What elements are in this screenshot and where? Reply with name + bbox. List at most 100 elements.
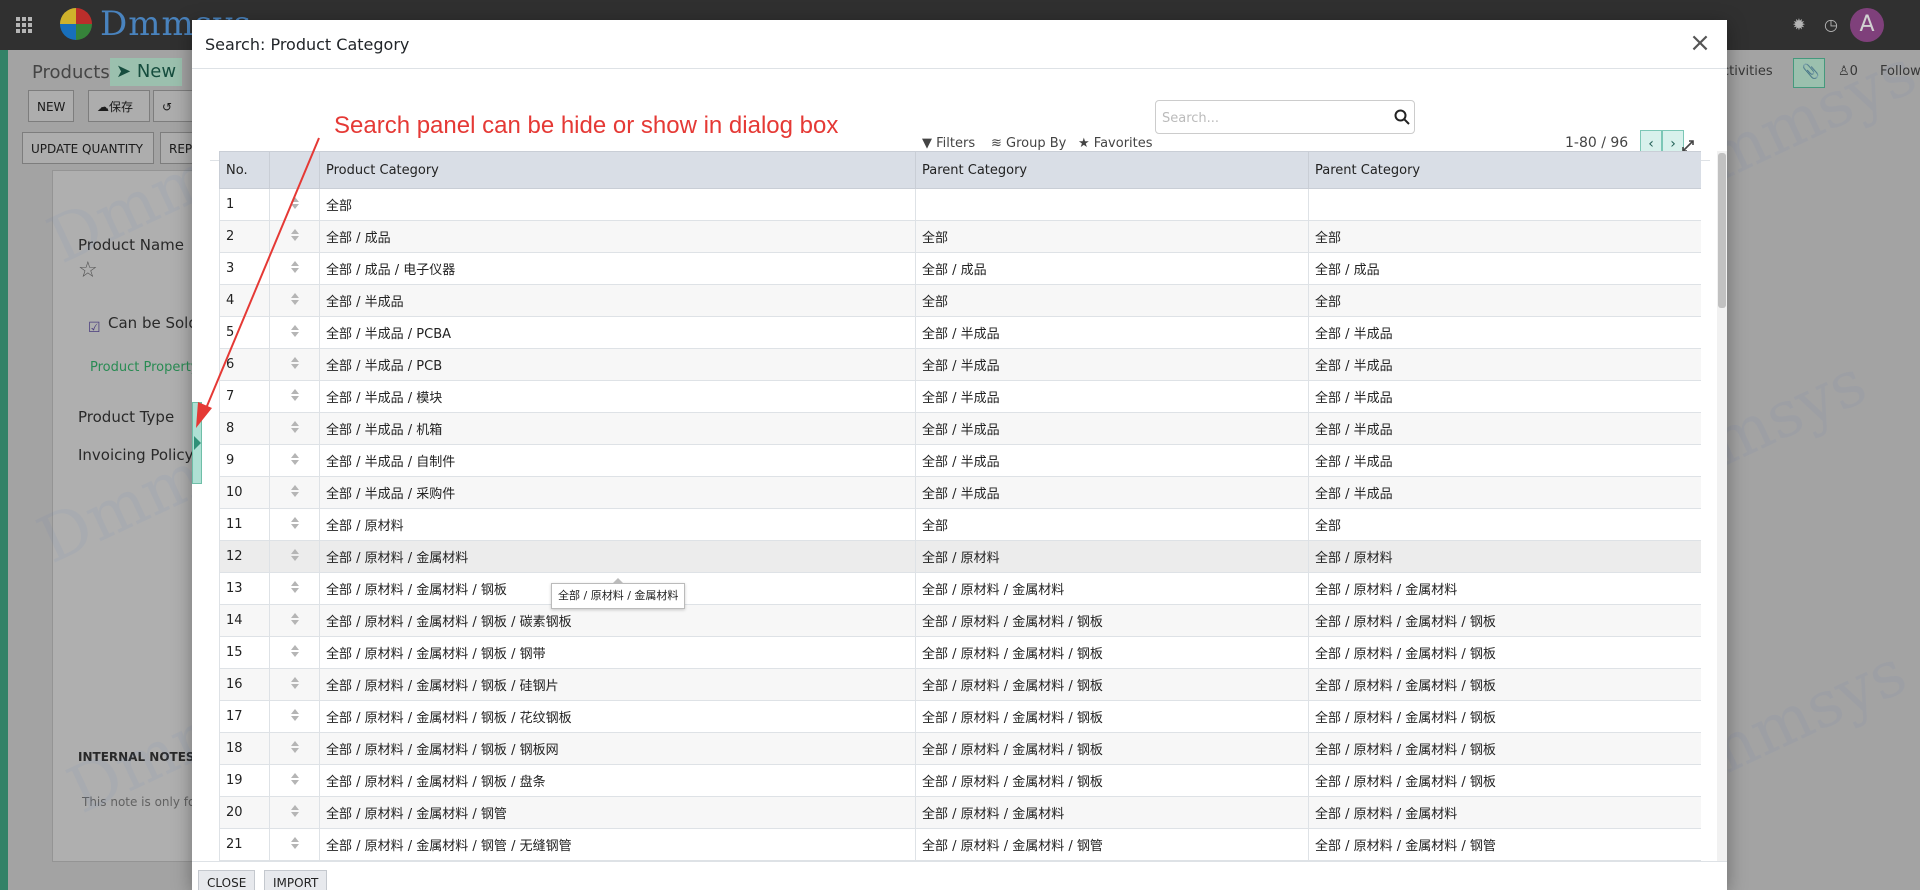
drag-handle-icon[interactable] xyxy=(290,292,300,306)
table-row[interactable]: 13 全部 / 原材料 / 金属材料 / 钢板 全部 / 原材料 / 金属材料 全部 … xyxy=(219,572,1701,605)
product-category-cell[interactable]: 全部 / 原材料 / 金属材料 / 钢管 xyxy=(319,796,916,829)
row-handle-cell[interactable] xyxy=(269,572,320,605)
parent-category-cell[interactable]: 全部 / 半成品 xyxy=(1308,412,1701,445)
drag-handle-icon[interactable] xyxy=(290,388,300,402)
product-category-cell[interactable]: 全部 / 原材料 xyxy=(319,508,916,541)
row-handle-cell[interactable] xyxy=(269,700,320,733)
product-category-cell[interactable]: 全部 / 原材料 / 金属材料 xyxy=(319,540,916,573)
column-header-parent-category-2[interactable]: Parent Category xyxy=(1308,151,1701,189)
drag-handle-icon[interactable] xyxy=(290,740,300,754)
parent-category-cell[interactable]: 全部 / 半成品 xyxy=(1308,380,1701,413)
product-category-cell[interactable]: 全部 / 原材料 / 金属材料 / 钢板 / 碳素钢板 xyxy=(319,604,916,637)
drag-handle-icon[interactable] xyxy=(290,484,300,498)
drag-handle-icon[interactable] xyxy=(290,836,300,850)
table-row[interactable]: 5 全部 / 半成品 / PCBA 全部 / 半成品 全部 / 半成品 xyxy=(219,316,1701,349)
parent-category-cell[interactable]: 全部 xyxy=(915,508,1309,541)
product-category-cell[interactable]: 全部 / 原材料 / 金属材料 / 钢板 / 钢带 xyxy=(319,636,916,669)
row-handle-cell[interactable] xyxy=(269,444,320,477)
parent-category-cell[interactable]: 全部 / 原材料 / 金属材料 xyxy=(915,796,1309,829)
product-category-cell[interactable]: 全部 / 半成品 / 模块 xyxy=(319,380,916,413)
table-row[interactable]: 9 全部 / 半成品 / 自制件 全部 / 半成品 全部 / 半成品 xyxy=(219,444,1701,477)
table-row[interactable]: 14 全部 / 原材料 / 金属材料 / 钢板 / 碳素钢板 全部 / 原材料 / … xyxy=(219,604,1701,637)
group-by-button[interactable]: ≋ Group By xyxy=(991,136,1066,151)
row-handle-cell[interactable] xyxy=(269,252,320,285)
column-header-no[interactable]: No. xyxy=(219,151,270,189)
parent-category-cell[interactable]: 全部 / 原材料 / 金属材料 / 钢板 xyxy=(915,764,1309,797)
row-handle-cell[interactable] xyxy=(269,636,320,669)
table-row[interactable]: 12 全部 / 原材料 / 金属材料 全部 / 原材料 全部 / 原材料 xyxy=(219,540,1701,573)
parent-category-cell[interactable]: 全部 / 半成品 xyxy=(1308,476,1701,509)
parent-category-cell[interactable]: 全部 / 半成品 xyxy=(915,412,1309,445)
column-header-product-category[interactable]: Product Category xyxy=(319,151,916,189)
drag-handle-icon[interactable] xyxy=(290,612,300,626)
product-category-cell[interactable]: 全部 / 原材料 / 金属材料 / 钢板 / 硅钢片 xyxy=(319,668,916,701)
parent-category-cell[interactable]: 全部 / 原材料 / 金属材料 / 钢板 xyxy=(915,604,1309,637)
close-icon[interactable]: × xyxy=(1687,30,1713,56)
parent-category-cell[interactable]: 全部 / 原材料 / 金属材料 / 钢管 xyxy=(915,828,1309,861)
row-handle-cell[interactable] xyxy=(269,668,320,701)
row-handle-cell[interactable] xyxy=(269,764,320,797)
parent-category-cell[interactable]: 全部 / 原材料 / 金属材料 / 钢板 xyxy=(915,636,1309,669)
row-handle-cell[interactable] xyxy=(269,380,320,413)
close-button[interactable]: CLOSE xyxy=(198,870,256,890)
row-handle-cell[interactable] xyxy=(269,732,320,765)
search-box[interactable] xyxy=(1155,100,1415,134)
product-category-cell[interactable]: 全部 / 半成品 / 机箱 xyxy=(319,412,916,445)
product-category-cell[interactable]: 全部 / 原材料 / 金属材料 / 钢板 / 钢板网 xyxy=(319,732,916,765)
column-header-parent-category[interactable]: Parent Category xyxy=(915,151,1309,189)
table-row[interactable]: 17 全部 / 原材料 / 金属材料 / 钢板 / 花纹钢板 全部 / 原材料 / … xyxy=(219,700,1701,733)
drag-handle-icon[interactable] xyxy=(290,772,300,786)
drag-handle-icon[interactable] xyxy=(290,228,300,242)
parent-category-cell[interactable]: 全部 / 原材料 xyxy=(1308,540,1701,573)
drag-handle-icon[interactable] xyxy=(290,324,300,338)
drag-handle-icon[interactable] xyxy=(290,708,300,722)
parent-category-cell[interactable]: 全部 / 半成品 xyxy=(915,348,1309,381)
parent-category-cell[interactable]: 全部 / 半成品 xyxy=(1308,444,1701,477)
parent-category-cell[interactable]: 全部 xyxy=(1308,284,1701,317)
parent-category-cell[interactable]: 全部 / 半成品 xyxy=(915,444,1309,477)
parent-category-cell[interactable]: 全部 xyxy=(915,284,1309,317)
table-row[interactable]: 8 全部 / 半成品 / 机箱 全部 / 半成品 全部 / 半成品 xyxy=(219,412,1701,445)
parent-category-cell[interactable]: 全部 / 原材料 / 金属材料 / 钢板 xyxy=(915,700,1309,733)
product-category-cell[interactable]: 全部 / 成品 xyxy=(319,220,916,253)
parent-category-cell[interactable]: 全部 / 原材料 / 金属材料 / 钢板 xyxy=(1308,636,1701,669)
parent-category-cell[interactable] xyxy=(915,188,1309,221)
product-category-cell[interactable]: 全部 / 半成品 xyxy=(319,284,916,317)
table-row[interactable]: 18 全部 / 原材料 / 金属材料 / 钢板 / 钢板网 全部 / 原材料 / 金… xyxy=(219,732,1701,765)
product-category-cell[interactable]: 全部 / 原材料 / 金属材料 / 钢板 / 花纹钢板 xyxy=(319,700,916,733)
row-handle-cell[interactable] xyxy=(269,348,320,381)
search-input[interactable] xyxy=(1160,107,1389,129)
row-handle-cell[interactable] xyxy=(269,796,320,829)
drag-handle-icon[interactable] xyxy=(290,356,300,370)
parent-category-cell[interactable]: 全部 xyxy=(1308,220,1701,253)
product-category-cell[interactable]: 全部 xyxy=(319,188,916,221)
drag-handle-icon[interactable] xyxy=(290,676,300,690)
parent-category-cell[interactable]: 全部 xyxy=(1308,508,1701,541)
table-row[interactable]: 10 全部 / 半成品 / 采购件 全部 / 半成品 全部 / 半成品 xyxy=(219,476,1701,509)
drag-handle-icon[interactable] xyxy=(290,420,300,434)
drag-handle-icon[interactable] xyxy=(290,804,300,818)
parent-category-cell[interactable]: 全部 / 原材料 / 金属材料 / 钢板 xyxy=(1308,732,1701,765)
row-handle-cell[interactable] xyxy=(269,604,320,637)
parent-category-cell[interactable]: 全部 / 原材料 / 金属材料 / 钢管 xyxy=(1308,828,1701,861)
search-icon[interactable] xyxy=(1394,109,1410,125)
drag-handle-icon[interactable] xyxy=(290,260,300,274)
parent-category-cell[interactable]: 全部 / 原材料 / 金属材料 xyxy=(1308,796,1701,829)
parent-category-cell[interactable]: 全部 xyxy=(915,220,1309,253)
table-row[interactable]: 2 全部 / 成品 全部 全部 xyxy=(219,220,1701,253)
import-button[interactable]: IMPORT xyxy=(264,870,328,890)
row-handle-cell[interactable] xyxy=(269,220,320,253)
drag-handle-icon[interactable] xyxy=(290,548,300,562)
table-row[interactable]: 19 全部 / 原材料 / 金属材料 / 钢板 / 盘条 全部 / 原材料 / 金属… xyxy=(219,764,1701,797)
row-handle-cell[interactable] xyxy=(269,508,320,541)
row-handle-cell[interactable] xyxy=(269,188,320,221)
parent-category-cell[interactable]: 全部 / 原材料 / 金属材料 xyxy=(1308,572,1701,605)
parent-category-cell[interactable]: 全部 / 原材料 / 金属材料 / 钢板 xyxy=(1308,604,1701,637)
table-row[interactable]: 1 全部 xyxy=(219,188,1701,221)
row-handle-cell[interactable] xyxy=(269,412,320,445)
product-category-cell[interactable]: 全部 / 原材料 / 金属材料 / 钢板 / 盘条 xyxy=(319,764,916,797)
parent-category-cell[interactable]: 全部 / 原材料 xyxy=(915,540,1309,573)
parent-category-cell[interactable]: 全部 / 半成品 xyxy=(915,316,1309,349)
parent-category-cell[interactable]: 全部 / 原材料 / 金属材料 / 钢板 xyxy=(915,668,1309,701)
row-handle-cell[interactable] xyxy=(269,316,320,349)
